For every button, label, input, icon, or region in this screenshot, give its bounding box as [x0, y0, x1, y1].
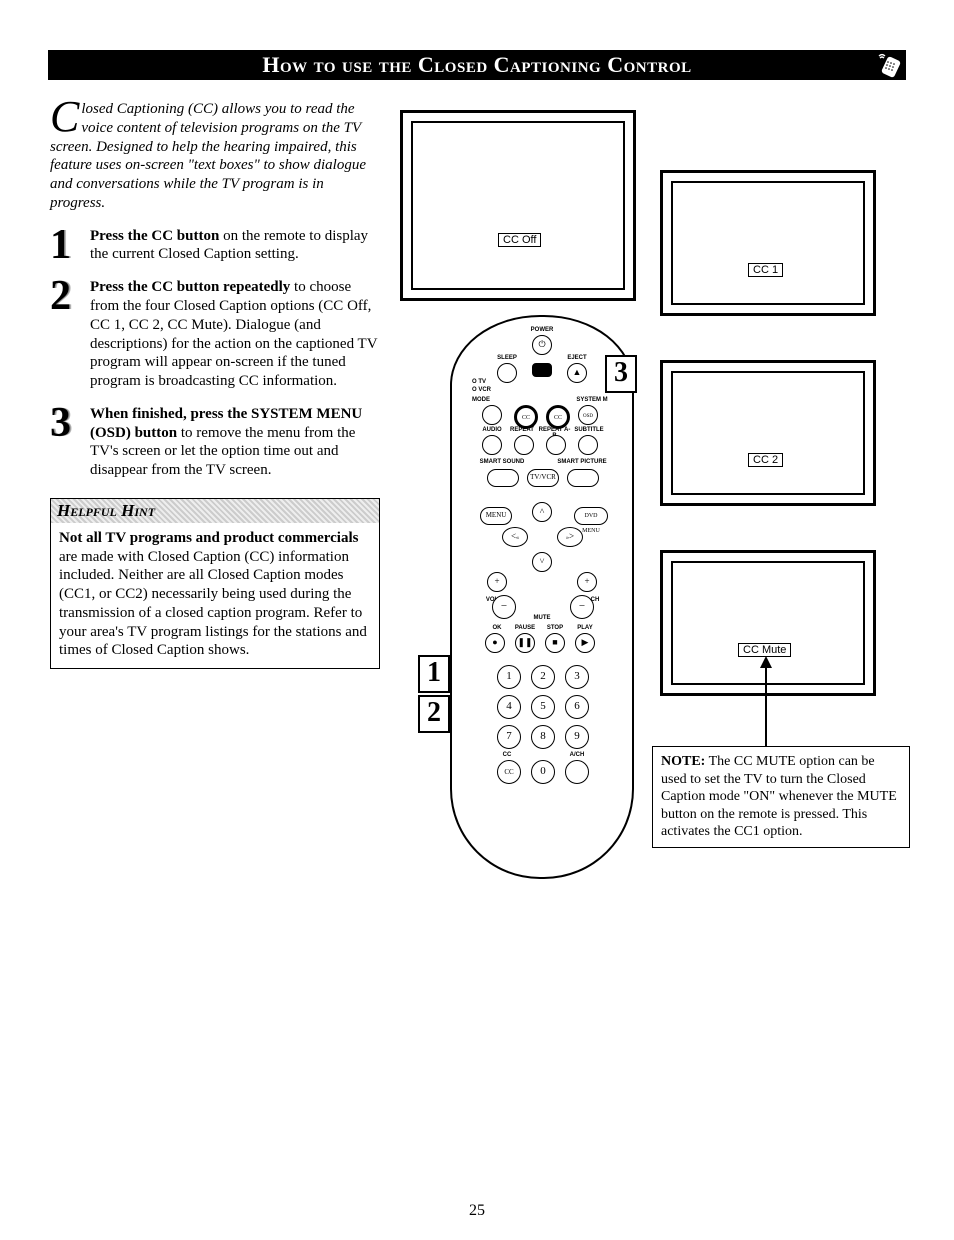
step-number: 2	[50, 278, 80, 391]
vol-up-button[interactable]: +	[487, 572, 507, 592]
arrow-stem	[765, 666, 767, 746]
label-ok: OK	[482, 625, 512, 631]
ok-button[interactable]: ●	[485, 633, 505, 653]
hint-title-row: Helpful Hint	[51, 499, 379, 523]
page-number: 25	[0, 1202, 954, 1220]
label-systemmenu: SYSTEM M	[572, 397, 612, 403]
step-2: 2 Press the CC button repeatedly to choo…	[50, 278, 380, 391]
eject-button[interactable]: ▲	[567, 363, 587, 383]
keypad-0[interactable]: 0	[531, 760, 555, 784]
tv-screen-cc2: CC 2	[660, 360, 876, 506]
menu-button[interactable]: MENU	[480, 507, 512, 525]
tv-screen-ccmute: CC Mute	[660, 550, 876, 696]
label-cc: CC	[492, 752, 522, 758]
dropcap: C	[50, 100, 81, 134]
callout-3: 3	[605, 355, 637, 393]
smartsound-button[interactable]	[487, 469, 519, 487]
cc2-button[interactable]: CC	[546, 405, 570, 429]
instructions-column: Closed Captioning (CC) allows you to rea…	[50, 100, 380, 669]
keypad-4[interactable]: 4	[497, 695, 521, 719]
smartpicture-button[interactable]	[567, 469, 599, 487]
label-repeat: REPEAT	[507, 427, 537, 433]
audio-button[interactable]	[482, 435, 502, 455]
label-pause: PAUSE	[510, 625, 540, 631]
step-body: When finished, press the SYSTEM MENU (OS…	[90, 405, 380, 480]
repeat-button[interactable]	[514, 435, 534, 455]
label-eject: EJECT	[562, 355, 592, 361]
label-mute: MUTE	[527, 615, 557, 621]
step-3: 3 When finished, press the SYSTEM MENU (…	[50, 405, 380, 480]
osd-label-cc1: CC 1	[748, 263, 783, 277]
label-sleep: SLEEP	[492, 355, 522, 361]
label-ch: CH	[580, 597, 610, 603]
step-number: 1	[50, 227, 80, 265]
cc-button[interactable]: CC	[514, 405, 538, 429]
label-mode: MODE	[472, 397, 502, 403]
play-button[interactable]: ▶	[575, 633, 595, 653]
keypad-9[interactable]: 9	[565, 725, 589, 749]
subtitle-button[interactable]	[578, 435, 598, 455]
illustration-area: CC Off CC 1 CC 2 CC Mute POWER ⏻ SLEEP E…	[390, 100, 906, 900]
tv-inner	[671, 181, 865, 305]
step-body: Press the CC button repeatedly to choose…	[90, 278, 380, 391]
label-smartsound: SMART SOUND	[477, 459, 527, 465]
tv-inner	[411, 121, 625, 290]
remote-control: POWER ⏻ SLEEP EJECT ▲ O TV O VCR MODE CC…	[450, 315, 634, 879]
vol-down-button[interactable]: −	[492, 595, 516, 619]
ch-up-button[interactable]: +	[577, 572, 597, 592]
pause-button[interactable]: ❚❚	[515, 633, 535, 653]
keypad-5[interactable]: 5	[531, 695, 555, 719]
mode-button[interactable]	[482, 405, 502, 425]
note-box: NOTE: The CC MUTE option can be used to …	[652, 746, 910, 848]
hint-title: Helpful Hint	[57, 501, 155, 520]
label-power: POWER	[527, 327, 557, 333]
keypad-8[interactable]: 8	[531, 725, 555, 749]
note-bold: NOTE:	[661, 754, 705, 769]
nav-up-button[interactable]: ˄	[532, 502, 552, 522]
remote-icon	[876, 52, 902, 78]
label-smartpicture: SMART PICTURE	[552, 459, 612, 465]
label-stop: STOP	[540, 625, 570, 631]
keypad-7[interactable]: 7	[497, 725, 521, 749]
power-button[interactable]: ⏻	[532, 335, 552, 355]
helpful-hint-box: Helpful Hint Not all TV programs and pro…	[50, 498, 380, 669]
tvvcr-button[interactable]: TV/VCR	[527, 469, 559, 487]
tv-inner	[671, 371, 865, 495]
step-body: Press the CC button on the remote to dis…	[90, 227, 380, 265]
manual-page: How to use the Closed Captioning Control…	[0, 0, 954, 1240]
label-audio: AUDIO	[477, 427, 507, 433]
stop-button[interactable]: ■	[545, 633, 565, 653]
keypad-ach[interactable]	[565, 760, 589, 784]
intro-text: losed Captioning (CC) allows you to read…	[50, 101, 366, 211]
keypad-1[interactable]: 1	[497, 665, 521, 689]
nav-right-button[interactable]: »˃	[557, 527, 583, 547]
hint-body: Not all TV programs and product commerci…	[51, 523, 379, 668]
osd-label-cc2: CC 2	[748, 453, 783, 467]
step-number: 3	[50, 405, 80, 480]
osd-button[interactable]: OSD	[578, 405, 598, 425]
tv-screen-ccoff: CC Off	[400, 110, 636, 301]
intro-paragraph: Closed Captioning (CC) allows you to rea…	[50, 100, 380, 213]
keypad-2[interactable]: 2	[531, 665, 555, 689]
label-acp: A/CH	[562, 752, 592, 758]
label-subtitle: SUBTITLE	[574, 427, 604, 433]
osd-label-ccoff: CC Off	[498, 233, 541, 247]
repeatab-button[interactable]	[546, 435, 566, 455]
osd-label-ccmute: CC Mute	[738, 643, 791, 657]
tv-screen-cc1: CC 1	[660, 170, 876, 316]
keypad-3[interactable]: 3	[565, 665, 589, 689]
label-tv: O TV	[472, 379, 502, 385]
keypad-cc[interactable]: CC	[497, 760, 521, 784]
label-play: PLAY	[570, 625, 600, 631]
dvdmenu-button[interactable]: DVD MENU	[574, 507, 608, 525]
callout-2: 2	[418, 695, 450, 733]
nav-left-button[interactable]: ˂«	[502, 527, 528, 547]
label-vcr: O VCR	[472, 387, 502, 393]
step-1: 1 Press the CC button on the remote to d…	[50, 227, 380, 265]
ir-window	[532, 363, 552, 377]
page-title: How to use the Closed Captioning Control	[48, 50, 906, 80]
keypad-6[interactable]: 6	[565, 695, 589, 719]
callout-1: 1	[418, 655, 450, 693]
nav-down-button[interactable]: ˅	[532, 552, 552, 572]
